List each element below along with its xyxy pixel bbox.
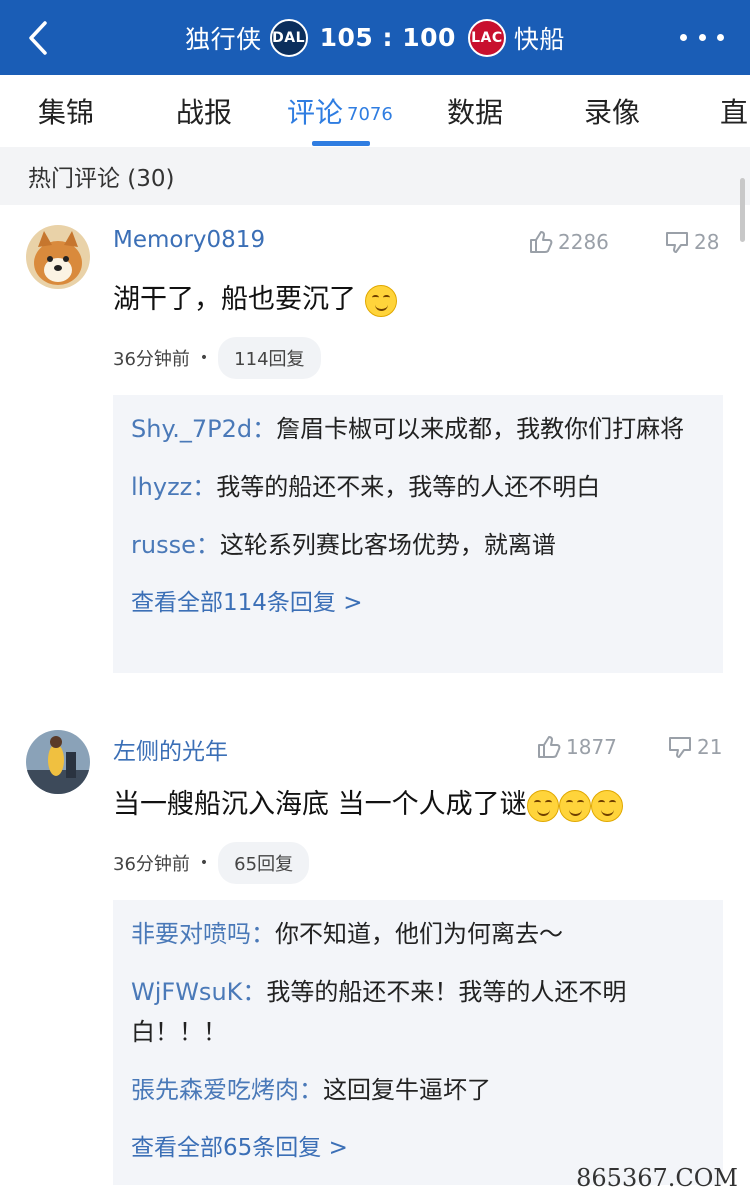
more-dot-icon xyxy=(698,33,706,41)
section-title: 热门评论 (30) xyxy=(28,166,175,192)
tab-replay[interactable]: 录像 xyxy=(584,75,640,147)
comment-time: 36分钟前 xyxy=(113,854,190,875)
comment-text-body: 湖干了，船也要沉了 xyxy=(113,284,356,315)
reply-text: 这轮系列赛比客场优势，就离谱 xyxy=(219,531,556,559)
scrollbar[interactable] xyxy=(740,178,745,242)
tab-comments[interactable]: 评论 7076 xyxy=(287,75,393,147)
comment-meta: 36分钟前 • 114回复 xyxy=(113,337,321,379)
tab-highlights[interactable]: 集锦 xyxy=(38,75,94,147)
reply-text: 詹眉卡椒可以来成都，我教你们打麻将 xyxy=(276,415,685,443)
more-dot-icon xyxy=(717,33,724,41)
away-team-logo: LAC xyxy=(467,18,506,57)
reply-item: russe：这轮系列赛比客场优势，就离谱 xyxy=(131,525,705,565)
away-team-name: 快船 xyxy=(513,24,565,54)
reply-text: 我等的船还不来，我等的人还不明白 xyxy=(216,473,601,501)
comment-time: 36分钟前 xyxy=(113,349,190,370)
reply-count-button[interactable]: 114回复 xyxy=(218,337,321,379)
tab-bar: 集锦 战报 评论 7076 数据 录像 直 xyxy=(0,75,750,147)
comment-author[interactable]: 左侧的光年 xyxy=(113,732,228,766)
thumbs-up-icon xyxy=(530,231,553,253)
dog-avatar-icon xyxy=(26,225,90,289)
tab-label: 直 xyxy=(720,96,749,129)
dislike-button[interactable]: 28 xyxy=(664,229,719,255)
home-team-name: 独行侠 xyxy=(185,24,262,54)
reply-author[interactable]: 張先森爱吃烤肉： xyxy=(131,1076,323,1104)
tab-label: 录像 xyxy=(584,96,641,129)
reply-text: 你不知道，他们为何离去～ xyxy=(275,920,563,948)
more-options-button[interactable] xyxy=(680,24,724,50)
dislike-button[interactable]: 21 xyxy=(667,734,722,760)
comment-count: 7076 xyxy=(347,103,393,125)
thumbs-down-icon xyxy=(666,232,688,253)
like-button[interactable]: 2286 xyxy=(528,229,609,255)
reply-author[interactable]: russe： xyxy=(131,531,220,559)
reply-item: 非要对喷吗：你不知道，他们为何离去～ xyxy=(131,914,705,954)
reply-author[interactable]: Shy._7P2d： xyxy=(131,415,276,443)
like-count: 1877 xyxy=(566,735,617,759)
basketball-photo-avatar-icon xyxy=(26,730,90,794)
more-dot-icon xyxy=(680,33,687,41)
separator-dot: • xyxy=(199,350,209,366)
avatar[interactable] xyxy=(26,730,90,794)
dislike-count: 28 xyxy=(694,230,720,254)
reply-item: lhyzz：我等的船还不来，我等的人还不明白 xyxy=(131,467,705,507)
home-team-logo: DAL xyxy=(269,18,308,57)
tab-report[interactable]: 战报 xyxy=(176,75,232,147)
reply-count-button[interactable]: 65回复 xyxy=(218,842,310,884)
laughing-emoji-icon xyxy=(558,789,591,822)
separator-dot: • xyxy=(199,855,209,871)
comment-text-body: 当一艘船沉入海底 当一个人成了谜 xyxy=(113,789,527,820)
tab-label: 评论 xyxy=(287,96,344,129)
reply-author[interactable]: 非要对喷吗： xyxy=(131,920,275,948)
active-tab-indicator xyxy=(312,141,370,146)
reply-preview-box[interactable]: Shy._7P2d：詹眉卡椒可以来成都，我教你们打麻将 lhyzz：我等的船还不… xyxy=(113,395,723,673)
reply-item: Shy._7P2d：詹眉卡椒可以来成都，我教你们打麻将 xyxy=(131,409,705,449)
hot-comments-header: 热门评论 (30) xyxy=(0,147,750,205)
reply-item: 張先森爱吃烤肉：这回复牛逼坏了 xyxy=(131,1070,705,1110)
laughing-emoji-icon xyxy=(526,789,559,822)
reply-text: 这回复牛逼坏了 xyxy=(323,1076,491,1104)
top-bar: 独行侠 DAL 105 : 100 LAC 快船 xyxy=(0,0,750,75)
view-all-replies-link[interactable]: 查看全部114条回复 > xyxy=(131,583,705,617)
game-score: 105 : 100 xyxy=(319,23,456,52)
like-count: 2286 xyxy=(558,230,609,254)
reply-author[interactable]: WjFWsuK： xyxy=(131,978,266,1006)
dislike-count: 21 xyxy=(697,735,723,759)
thumbs-down-icon xyxy=(669,737,691,758)
reply-preview-box[interactable]: 非要对喷吗：你不知道，他们为何离去～ WjFWsuK：我等的船还不来！我等的人还… xyxy=(113,900,723,1185)
like-button[interactable]: 1877 xyxy=(536,734,617,760)
watermark: 865367.COM xyxy=(576,1164,738,1192)
comment-author[interactable]: Memory0819 xyxy=(113,227,265,253)
comment-text: 湖干了，船也要沉了 xyxy=(113,277,397,317)
comment-text: 当一艘船沉入海底 当一个人成了谜 xyxy=(113,782,623,822)
laughing-emoji-icon xyxy=(590,789,623,822)
reply-author[interactable]: lhyzz： xyxy=(131,473,216,501)
tab-label: 集锦 xyxy=(38,96,95,129)
emoji-icon xyxy=(364,284,397,317)
thumbs-up-icon xyxy=(538,736,561,758)
scoreboard: 独行侠 DAL 105 : 100 LAC 快船 xyxy=(0,0,750,75)
tab-label: 数据 xyxy=(447,96,504,129)
avatar[interactable] xyxy=(26,225,90,289)
reply-item: WjFWsuK：我等的船还不来！我等的人还不明白！！！ xyxy=(131,972,705,1052)
view-all-replies-link[interactable]: 查看全部65条回复 > xyxy=(131,1128,705,1162)
tab-label: 战报 xyxy=(176,96,233,129)
tab-stats[interactable]: 数据 xyxy=(447,75,503,147)
comment-meta: 36分钟前 • 65回复 xyxy=(113,842,310,884)
tab-live[interactable]: 直 xyxy=(720,75,748,147)
